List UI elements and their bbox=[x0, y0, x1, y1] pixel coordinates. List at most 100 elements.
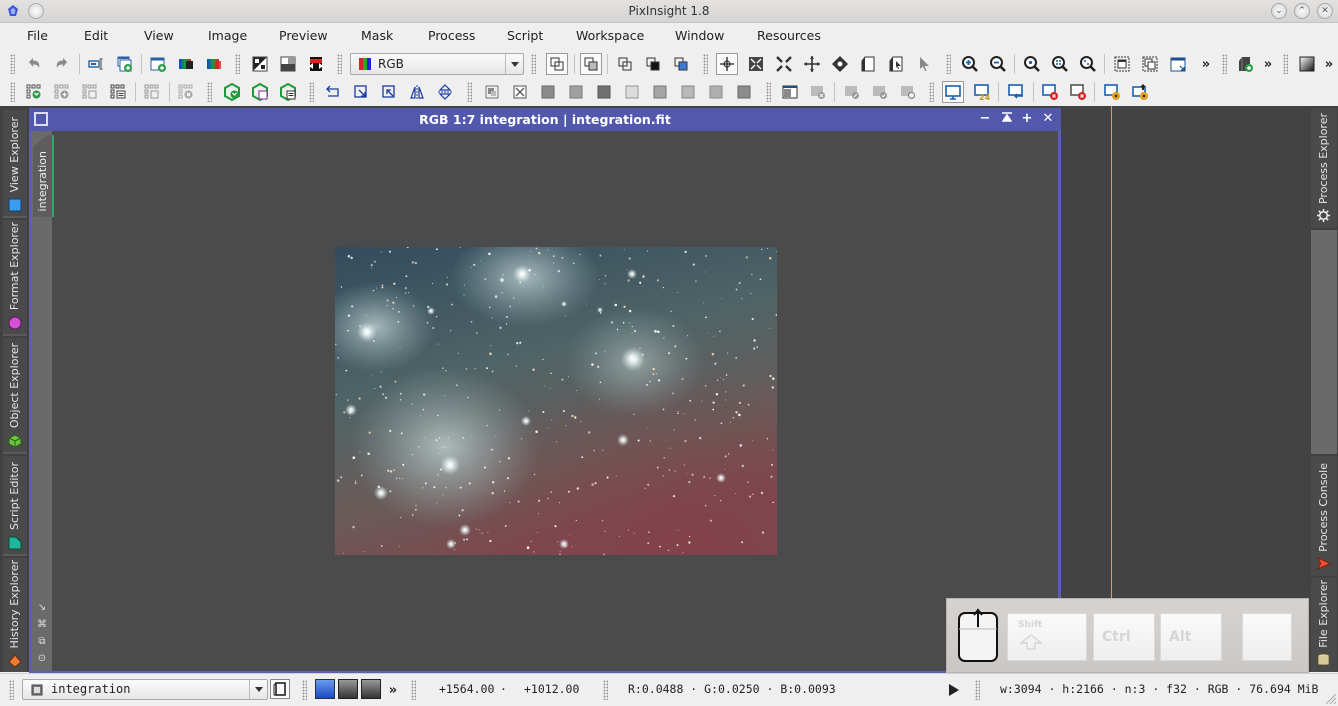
image-minimize-button[interactable]: − bbox=[977, 111, 993, 127]
redo-icon[interactable] bbox=[51, 53, 73, 75]
display-24bit-icon[interactable]: 24 bbox=[971, 81, 993, 103]
tab-file-explorer[interactable]: File Explorer bbox=[1311, 578, 1337, 672]
view-tab-integration[interactable]: integration bbox=[33, 135, 54, 217]
project-open-icon[interactable] bbox=[23, 81, 45, 103]
window-cascade-icon[interactable] bbox=[1139, 53, 1161, 75]
toolbar-grip[interactable] bbox=[302, 680, 307, 700]
zoom-1-1-icon[interactable] bbox=[1021, 53, 1043, 75]
mask-check-icon[interactable] bbox=[869, 81, 891, 103]
page-cursor-icon[interactable] bbox=[885, 53, 907, 75]
menu-resources[interactable]: Resources bbox=[757, 28, 821, 43]
stf-gray-1-icon[interactable] bbox=[537, 81, 559, 103]
image-window-caption[interactable]: RGB 1:7 integration | integration.fit − … bbox=[29, 108, 1061, 131]
tab-script-editor[interactable]: Script Editor bbox=[3, 456, 27, 556]
play-icon[interactable] bbox=[949, 684, 959, 696]
view-frame-toggle-icon[interactable] bbox=[270, 679, 290, 699]
gradient-icon[interactable] bbox=[1296, 53, 1318, 75]
layer-masked-icon[interactable] bbox=[580, 53, 602, 75]
mask-search-icon[interactable] bbox=[897, 81, 919, 103]
swap-channels-icon[interactable] bbox=[305, 53, 327, 75]
toolbar-grip[interactable] bbox=[703, 54, 708, 74]
new-view-identifier-icon[interactable] bbox=[85, 53, 107, 75]
toolbar-grip[interactable] bbox=[309, 82, 314, 102]
stf-gray-8-icon[interactable] bbox=[733, 81, 755, 103]
menu-image[interactable]: Image bbox=[208, 28, 247, 43]
mask-remove-icon[interactable] bbox=[509, 81, 531, 103]
toolbar-grip[interactable] bbox=[766, 82, 771, 102]
minimize-button[interactable]: ⌄ bbox=[1271, 3, 1287, 19]
pan-mode-icon[interactable] bbox=[801, 53, 823, 75]
menu-script[interactable]: Script bbox=[507, 28, 543, 43]
page-icon[interactable] bbox=[857, 53, 879, 75]
toolbar-grip[interactable] bbox=[603, 680, 608, 700]
display-radiation-up-icon[interactable] bbox=[1129, 81, 1151, 103]
process-list-icon[interactable] bbox=[277, 81, 299, 103]
toolbar-overflow-button-2[interactable]: » bbox=[1257, 53, 1279, 75]
display-close-icon[interactable] bbox=[1039, 81, 1061, 103]
display-icon[interactable] bbox=[942, 81, 964, 103]
stf-gray-7-icon[interactable] bbox=[705, 81, 727, 103]
toolbar-grip[interactable] bbox=[9, 680, 14, 700]
tab-history-explorer[interactable]: History Explorer bbox=[3, 558, 27, 672]
maximize-button[interactable]: ⌃ bbox=[1294, 3, 1310, 19]
new-image-icon[interactable] bbox=[147, 53, 169, 75]
view-selector-combo[interactable]: integration bbox=[22, 679, 268, 700]
target-icon[interactable]: ⊙ bbox=[36, 653, 48, 665]
project-list-icon[interactable] bbox=[107, 81, 129, 103]
new-image-window-icon[interactable] bbox=[113, 53, 135, 75]
astro-image[interactable] bbox=[335, 247, 777, 555]
display-radiation-icon[interactable] bbox=[1101, 81, 1123, 103]
zoom-out-icon[interactable] bbox=[987, 53, 1009, 75]
toolbar-overflow-button-1[interactable]: » bbox=[1195, 53, 1217, 75]
stf-gray-2-icon[interactable] bbox=[565, 81, 587, 103]
project-add-icon[interactable] bbox=[51, 81, 73, 103]
display-close-all-icon[interactable] bbox=[1067, 81, 1089, 103]
project-save-icon[interactable] bbox=[79, 81, 101, 103]
resize-grip-icon[interactable] bbox=[1326, 694, 1336, 704]
rotate-corner-icon[interactable] bbox=[350, 81, 372, 103]
window-frame-icon[interactable] bbox=[1111, 53, 1133, 75]
project-save-as-icon[interactable] bbox=[141, 81, 163, 103]
stf-gray-4-icon[interactable] bbox=[621, 81, 643, 103]
mask-apply-icon[interactable] bbox=[481, 81, 503, 103]
zoom-plus-icon[interactable] bbox=[1049, 53, 1071, 75]
toolbar-grip[interactable] bbox=[1283, 54, 1288, 74]
stf-gray-3-icon[interactable] bbox=[593, 81, 615, 103]
tab-object-explorer[interactable]: Object Explorer bbox=[3, 338, 27, 454]
layer-icon[interactable] bbox=[546, 53, 568, 75]
toolbar-grip[interactable] bbox=[531, 54, 536, 74]
duplicate-rgb-icon[interactable] bbox=[203, 53, 225, 75]
tab-process-explorer[interactable]: Process Explorer bbox=[1311, 108, 1337, 228]
toolbar-overflow-button-3[interactable]: » bbox=[1318, 53, 1338, 75]
project-close-icon[interactable] bbox=[175, 81, 197, 103]
invert-icon[interactable] bbox=[249, 53, 271, 75]
mirror-vertical-icon[interactable] bbox=[434, 81, 456, 103]
shrink-icon[interactable]: ↘ bbox=[36, 602, 48, 614]
preview-mask-icon[interactable] bbox=[642, 53, 664, 75]
close-button[interactable]: ✕ bbox=[1317, 3, 1333, 19]
duplicate-image-icon[interactable] bbox=[175, 53, 197, 75]
chevron-down-icon[interactable] bbox=[249, 680, 267, 699]
pointer-icon[interactable] bbox=[913, 53, 935, 75]
menu-edit[interactable]: Edit bbox=[84, 28, 108, 43]
mirror-horizontal-icon[interactable] bbox=[406, 81, 428, 103]
menu-view[interactable]: View bbox=[144, 28, 174, 43]
restore-icon[interactable]: ⧉ bbox=[36, 636, 48, 648]
toolbar-grip[interactable] bbox=[929, 82, 934, 102]
chevron-down-icon[interactable] bbox=[505, 54, 523, 74]
toolbar-grip[interactable] bbox=[467, 82, 472, 102]
tab-format-explorer[interactable]: Format Explorer bbox=[3, 220, 27, 336]
mask-delete-icon[interactable] bbox=[807, 81, 829, 103]
menu-mask[interactable]: Mask bbox=[361, 28, 393, 43]
toolbar-grip[interactable] bbox=[337, 54, 342, 74]
color-mode-gray-button-2[interactable] bbox=[361, 679, 381, 699]
zoom-fit-icon[interactable] bbox=[745, 53, 767, 75]
window-shrink-icon[interactable] bbox=[1167, 53, 1189, 75]
rotate-left-icon[interactable] bbox=[322, 81, 344, 103]
process-save-icon[interactable] bbox=[249, 81, 271, 103]
fit-icon[interactable]: ⌘ bbox=[36, 619, 48, 631]
stf-gray-6-icon[interactable] bbox=[677, 81, 699, 103]
readout-mode-icon[interactable] bbox=[716, 53, 738, 75]
toolbar-grip[interactable] bbox=[1222, 54, 1227, 74]
gray-gradient-icon[interactable] bbox=[277, 53, 299, 75]
